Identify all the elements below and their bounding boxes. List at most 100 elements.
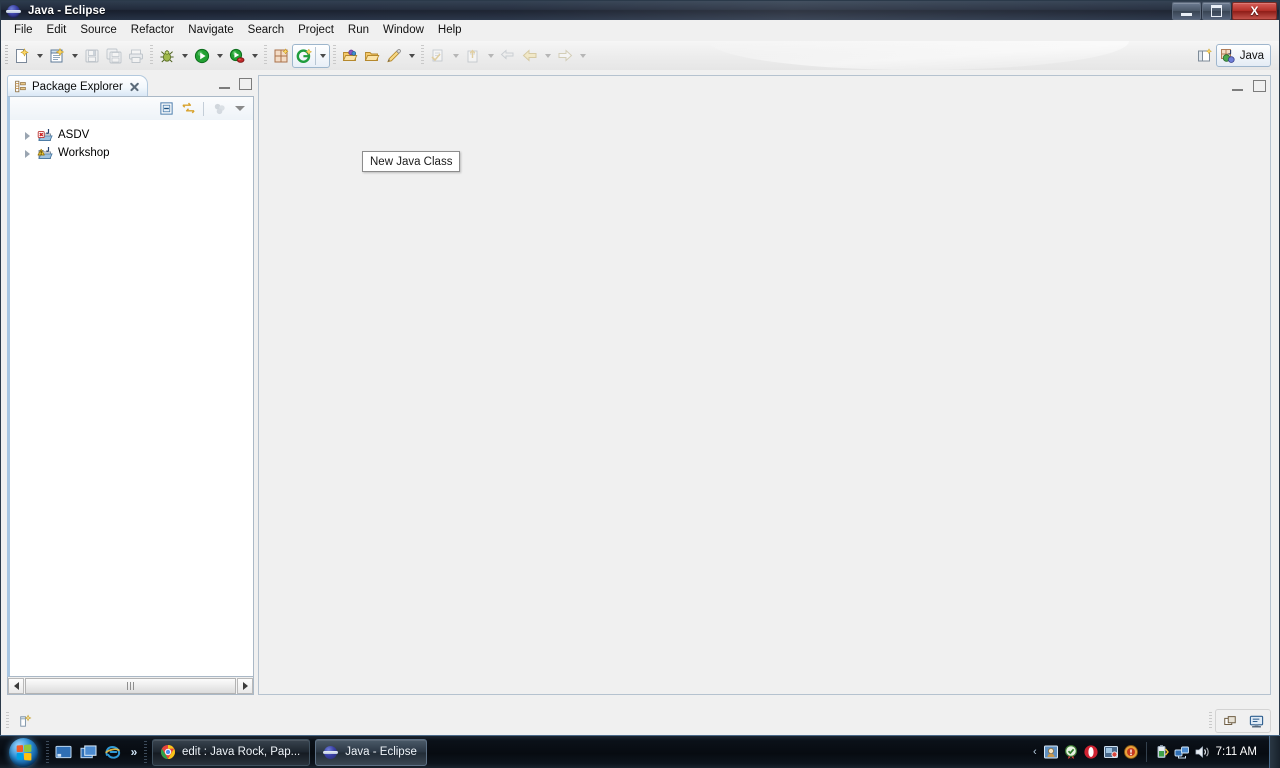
menu-file[interactable]: File (7, 22, 40, 38)
taskbar-item-label: Java - Eclipse (345, 746, 417, 758)
menu-edit[interactable]: Edit (40, 22, 74, 38)
eclipse-window: Java - Eclipse X File Edit Source Refact… (0, 0, 1280, 736)
open-perspective-icon[interactable] (1194, 45, 1216, 67)
tasks-divider (144, 741, 147, 763)
show-desktop-button[interactable] (1269, 736, 1280, 768)
menu-help[interactable]: Help (431, 22, 469, 38)
run-dropdown-arrow[interactable] (213, 45, 226, 67)
editor-view-controls (1231, 80, 1266, 92)
open-type-dropdown-arrow[interactable] (316, 45, 329, 67)
volume-icon[interactable] (1194, 744, 1210, 760)
java-project-icon (37, 145, 54, 161)
package-explorer-toolbar (10, 97, 253, 121)
menu-project[interactable]: Project (291, 22, 341, 38)
maximize-icon[interactable] (239, 78, 252, 90)
tray-shield-icon[interactable] (1063, 744, 1079, 760)
view-menu-icon[interactable] (231, 99, 249, 118)
search-dropdown-arrow[interactable] (405, 45, 418, 67)
taskbar-item-label: edit : Java Rock, Pap... (182, 746, 301, 758)
scroll-left-icon[interactable] (8, 677, 24, 694)
tray-expand-chevron[interactable]: ‹ (1031, 746, 1039, 758)
menu-source[interactable]: Source (73, 22, 123, 38)
taskbar-item-eclipse[interactable]: Java - Eclipse (315, 738, 427, 766)
close-icon[interactable] (129, 81, 140, 92)
new-java-package-icon[interactable] (270, 45, 292, 67)
maximize-icon[interactable] (1253, 80, 1266, 92)
scroll-right-icon[interactable] (237, 677, 253, 694)
open-resource-icon[interactable] (339, 45, 361, 67)
close-button[interactable]: X (1232, 2, 1277, 20)
open-folder-icon[interactable] (361, 45, 383, 67)
chevron-right-icon[interactable] (22, 130, 33, 141)
external-tools-icon[interactable] (226, 45, 248, 67)
tray-opera-icon[interactable] (1083, 744, 1099, 760)
scrollbar-track[interactable] (24, 677, 237, 694)
package-explorer-view: Package Explorer ASDV Workshop (7, 75, 254, 677)
tray-media-icon[interactable] (1103, 744, 1119, 760)
main-toolbar: Java (1, 41, 1279, 71)
link-with-editor-icon[interactable] (178, 99, 198, 118)
toolbar-grip[interactable] (5, 45, 8, 66)
tree-item-asdv[interactable]: ASDV (10, 126, 253, 144)
tree-item-label: Workshop (58, 147, 110, 159)
search-icon[interactable] (383, 45, 405, 67)
menu-run[interactable]: Run (341, 22, 376, 38)
menu-window[interactable]: Window (376, 22, 431, 38)
taskbar-item-chrome[interactable]: edit : Java Rock, Pap... (152, 738, 311, 766)
new-wizard-dropdown-arrow[interactable] (33, 45, 46, 67)
switch-windows-icon[interactable] (77, 740, 99, 764)
windows-taskbar: » edit : Java Rock, Pap... Java - Eclips… (0, 735, 1280, 768)
editor-tabstrip (259, 76, 1270, 96)
tab-package-explorer[interactable]: Package Explorer (7, 75, 148, 97)
tray-alert-icon[interactable] (1123, 744, 1139, 760)
print-icon (125, 45, 147, 67)
toolbar-separator-1 (150, 45, 153, 66)
window-title: Java - Eclipse (28, 4, 106, 17)
new-wizard-icon[interactable] (11, 45, 33, 67)
tree-item-workshop[interactable]: Workshop (10, 144, 253, 162)
package-explorer-tabstrip: Package Explorer (7, 75, 254, 97)
show-console-icon[interactable] (1244, 711, 1268, 731)
build-progress-icon (12, 711, 36, 731)
internet-explorer-icon[interactable] (102, 740, 124, 764)
tree-item-label: ASDV (58, 129, 90, 141)
package-explorer-icon (15, 80, 26, 93)
project-tree: ASDV Workshop (10, 120, 253, 676)
open-type-group (292, 43, 330, 68)
tooltip: New Java Class (362, 151, 461, 172)
show-desktop-icon[interactable] (52, 740, 74, 764)
java-project-icon (37, 127, 54, 143)
menu-refactor[interactable]: Refactor (124, 22, 181, 38)
tray-app-icon[interactable] (1043, 744, 1059, 760)
minimize-icon[interactable] (1231, 81, 1244, 92)
perspective-java-button[interactable]: Java (1215, 44, 1271, 67)
network-icon[interactable] (1174, 744, 1190, 760)
chevron-right-icon[interactable] (22, 148, 33, 159)
start-button[interactable] (0, 737, 46, 767)
debug-dropdown-arrow[interactable] (178, 45, 191, 67)
open-type-icon[interactable] (293, 45, 315, 67)
minimize-button[interactable] (1172, 2, 1201, 20)
restore-button[interactable] (1202, 2, 1231, 20)
run-icon[interactable] (191, 45, 213, 67)
menu-search[interactable]: Search (241, 22, 291, 38)
restore-views-icon[interactable] (1218, 711, 1242, 731)
back-icon (519, 45, 541, 67)
new-java-class-icon[interactable] (46, 45, 68, 67)
battery-icon[interactable] (1154, 744, 1170, 760)
collapse-all-icon[interactable] (156, 99, 176, 118)
package-explorer-hscrollbar[interactable] (7, 677, 254, 695)
chrome-icon (161, 745, 175, 759)
new-java-class-dropdown-arrow[interactable] (68, 45, 81, 67)
taskbar-clock[interactable]: 7:11 AM (1214, 746, 1263, 758)
scrollbar-thumb[interactable] (25, 677, 236, 694)
minimize-icon[interactable] (218, 79, 231, 90)
debug-icon[interactable] (156, 45, 178, 67)
window-buttons: X (1172, 2, 1277, 20)
forward-dropdown-arrow (576, 45, 589, 67)
focus-on-active-task-icon (209, 99, 229, 118)
statusbar (1, 707, 1279, 735)
quicklaunch-overflow-chevron[interactable]: » (127, 740, 141, 764)
menu-navigate[interactable]: Navigate (181, 22, 240, 38)
external-tools-dropdown-arrow[interactable] (248, 45, 261, 67)
